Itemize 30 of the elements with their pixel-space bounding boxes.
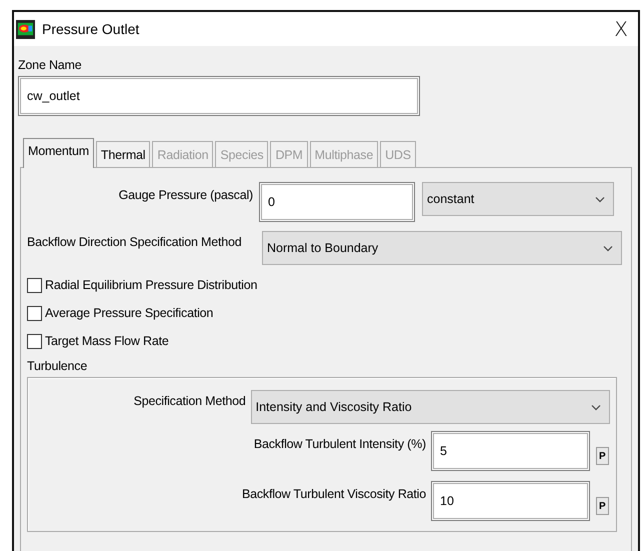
specification-method-dropdown[interactable]: Intensity and Viscosity Ratio xyxy=(250,390,610,424)
checkbox[interactable] xyxy=(27,334,42,348)
checkbox-label: Radial Equilibrium Pressure Distribution xyxy=(45,278,258,292)
checkbox[interactable] xyxy=(27,306,42,320)
zone-name-field[interactable]: cw_outlet xyxy=(18,76,420,116)
turbulence-group-label: Turbulence xyxy=(27,359,88,373)
field-label: Backflow Turbulent Intensity (%) xyxy=(252,436,426,451)
checkbox[interactable] xyxy=(27,278,42,292)
gauge-pressure-label: Gauge Pressure (pascal) xyxy=(118,187,253,202)
tab[interactable]: Momentum xyxy=(23,138,94,168)
close-button[interactable]: X xyxy=(610,17,632,41)
tab[interactable]: Thermal xyxy=(96,141,150,167)
checkbox-label: Target Mass Flow Rate xyxy=(45,334,169,348)
specification-method-label: Specification Method xyxy=(132,393,246,408)
parameter-button[interactable]: P xyxy=(596,497,609,515)
app-icon xyxy=(16,20,35,38)
zone-name-label: Zone Name xyxy=(18,58,83,72)
gauge-pressure-field[interactable]: 0 xyxy=(259,182,415,222)
checkbox-label: Average Pressure Specification xyxy=(45,306,214,320)
chevron-icon xyxy=(603,244,613,252)
chevron-icon xyxy=(591,404,601,410)
window-title: Pressure Outlet xyxy=(42,21,140,37)
gauge-method-dropdown[interactable]: constant xyxy=(422,182,614,216)
value-field[interactable]: 10 xyxy=(431,481,590,521)
chevron-icon xyxy=(595,196,605,202)
value-field[interactable]: 5 xyxy=(431,431,590,471)
backflow-direction-label: Backflow Direction Specification Method xyxy=(27,234,243,249)
field-label: Backflow Turbulent Viscosity Ratio xyxy=(240,486,426,501)
parameter-button[interactable]: P xyxy=(596,447,609,465)
backflow-direction-dropdown[interactable]: Normal to Boundary xyxy=(262,231,622,265)
